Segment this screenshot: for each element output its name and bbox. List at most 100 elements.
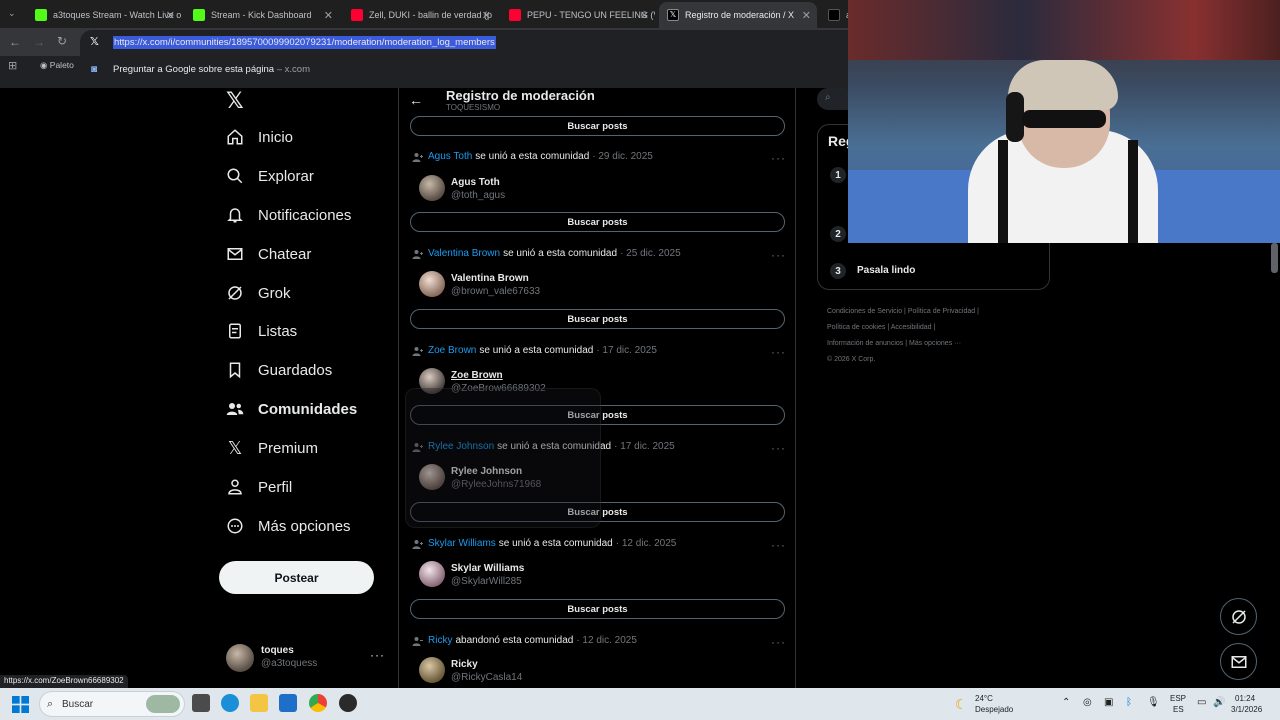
- tab-kick-dashboard[interactable]: Stream - Kick Dashboard ✕: [185, 4, 339, 26]
- close-icon[interactable]: ✕: [482, 9, 491, 22]
- person-add-icon: [412, 152, 424, 162]
- file-explorer-icon[interactable]: [250, 694, 268, 712]
- log-action: se unió a esta comunidad: [503, 248, 618, 259]
- log-user-link[interactable]: Ricky: [428, 635, 452, 646]
- apps-grid-icon[interactable]: ⊞: [8, 59, 17, 72]
- sidebar-item-label: Grok: [258, 284, 291, 302]
- scrollbar-thumb[interactable]: [1271, 243, 1278, 273]
- member-name: Skylar Williams: [451, 563, 525, 574]
- tray-app-icon[interactable]: ◎: [1083, 697, 1092, 708]
- store-icon[interactable]: [279, 694, 297, 712]
- trend-item-name[interactable]: Pasala lindo: [857, 265, 915, 276]
- list-icon: [226, 322, 244, 340]
- sunglasses: [1022, 110, 1106, 128]
- clock-date[interactable]: 3/1/2026: [1231, 705, 1262, 714]
- log-user-link[interactable]: Valentina Brown: [428, 248, 500, 259]
- kick-icon: [35, 9, 47, 21]
- edge-icon[interactable]: [221, 694, 239, 712]
- sidebar-item-notificaciones[interactable]: Notificaciones: [226, 206, 351, 224]
- bluetooth-icon[interactable]: ᛒ: [1126, 697, 1132, 708]
- more-dots-icon[interactable]: ···: [771, 538, 786, 552]
- suggestion-text: Preguntar a Google sobre esta página: [113, 64, 275, 75]
- network-icon[interactable]: ▭: [1197, 697, 1206, 708]
- more-dots-icon[interactable]: ···: [370, 648, 385, 662]
- tray-chevron-icon[interactable]: ⌃: [1062, 697, 1070, 708]
- log-user-link[interactable]: Zoe Brown: [428, 345, 476, 356]
- sidebar-item-comunidades[interactable]: Comunidades: [226, 400, 357, 418]
- close-icon[interactable]: ✕: [802, 9, 811, 22]
- x-logo-icon[interactable]: 𝕏: [226, 88, 244, 114]
- footer-link[interactable]: Más opciones ···: [909, 340, 961, 347]
- footer-link[interactable]: Política de Privacidad: [908, 308, 975, 315]
- more-dots-icon[interactable]: ···: [771, 441, 786, 455]
- taskbar-search-input[interactable]: ⌕ Buscar: [39, 691, 185, 717]
- forward-icon[interactable]: →: [33, 35, 45, 49]
- member-name: Ricky: [451, 659, 478, 670]
- url-input[interactable]: https://x.com/i/communities/189570009990…: [113, 36, 496, 49]
- reload-icon[interactable]: ↻: [57, 34, 67, 48]
- sidebar-item-explorar[interactable]: Explorar: [226, 167, 314, 185]
- language-bottom[interactable]: ES: [1173, 705, 1184, 714]
- bookmark-item[interactable]: ◉ Paleto: [40, 60, 74, 71]
- account-name: toques: [261, 645, 294, 656]
- microphone-icon[interactable]: 🎙: [1147, 697, 1160, 708]
- tab-tiktok[interactable]: a: [820, 4, 848, 26]
- log-user-link[interactable]: Skylar Williams: [428, 538, 496, 549]
- search-posts-button[interactable]: Buscar posts: [410, 212, 785, 232]
- home-icon: [226, 128, 244, 146]
- footer-link[interactable]: Política de cookies: [827, 324, 885, 331]
- windows-start-icon[interactable]: [12, 696, 29, 713]
- search-posts-button[interactable]: Buscar posts: [410, 309, 785, 329]
- member-name: Zoe Brown: [451, 370, 503, 381]
- member-handle: @brown_vale67633: [451, 286, 541, 297]
- sidebar-item-mas-opciones[interactable]: Más opciones: [226, 517, 351, 535]
- link-status-bar: https://x.com/ZoeBrown66689302: [0, 675, 128, 688]
- tray-app-icon[interactable]: ▣: [1104, 697, 1113, 708]
- back-arrow-icon[interactable]: ←: [409, 92, 423, 108]
- back-icon[interactable]: ←: [9, 35, 21, 49]
- grok-fab-button[interactable]: [1220, 598, 1257, 635]
- sidebar-item-label: Perfil: [258, 478, 293, 496]
- sidebar-item-chatear[interactable]: Chatear: [226, 245, 311, 263]
- sidebar-item-grok[interactable]: Grok: [226, 284, 291, 302]
- close-icon[interactable]: ✕: [640, 9, 649, 22]
- sidebar-item-premium[interactable]: 𝕏 Premium: [226, 437, 318, 458]
- footer-link[interactable]: Información de anuncios: [827, 340, 903, 347]
- footer-link[interactable]: Condiciones de Servicio: [827, 308, 902, 315]
- more-dots-icon[interactable]: ···: [771, 151, 786, 165]
- sidebar-item-guardados[interactable]: Guardados: [226, 361, 332, 379]
- obs-icon[interactable]: [339, 694, 357, 712]
- more-dots-icon[interactable]: ···: [771, 345, 786, 359]
- sidebar-item-label: Notificaciones: [258, 206, 352, 224]
- volume-icon[interactable]: 🔊: [1213, 697, 1225, 708]
- chrome-icon[interactable]: [309, 694, 327, 712]
- search-posts-button[interactable]: Buscar posts: [410, 116, 785, 136]
- tab-youtube-duki[interactable]: Zell, DUKI - ballin de verdad (p ✕: [343, 4, 497, 26]
- account-switcher[interactable]: toques @a3toquess ···: [226, 644, 386, 674]
- footer-link[interactable]: Accesibilidad: [891, 324, 932, 331]
- tab-search-icon[interactable]: ⌄: [8, 8, 16, 19]
- trend-rank: 1: [830, 167, 846, 183]
- sidebar-item-perfil[interactable]: Perfil: [226, 478, 292, 496]
- task-view-icon[interactable]: [192, 694, 210, 712]
- close-icon[interactable]: ✕: [324, 9, 333, 22]
- person-add-icon: [412, 346, 424, 356]
- log-user-link[interactable]: Agus Toth: [428, 151, 472, 162]
- search-posts-button[interactable]: Buscar posts: [410, 599, 785, 619]
- language-top[interactable]: ESP: [1170, 694, 1186, 703]
- tab-youtube-pepu[interactable]: PEPU - TENGO UN FEELING (Vi ✕: [501, 4, 655, 26]
- x-icon: 𝕏: [227, 437, 243, 458]
- omnibox-suggestion[interactable]: Preguntar a Google sobre esta página – x…: [113, 64, 310, 75]
- more-dots-icon[interactable]: ···: [771, 635, 786, 649]
- sidebar-item-listas[interactable]: Listas: [226, 322, 297, 340]
- clock-time[interactable]: 01:24: [1235, 694, 1255, 703]
- more-dots-icon[interactable]: ···: [771, 248, 786, 262]
- log-action: se unió a esta comunidad: [475, 151, 590, 162]
- tab-moderation-log[interactable]: 𝕏 Registro de moderación / X ✕: [659, 2, 817, 28]
- messages-fab-button[interactable]: [1220, 643, 1257, 680]
- log-date: · 25 dic. 2025: [620, 248, 681, 259]
- tab-kick-watch[interactable]: a3toques Stream - Watch Live o ✕: [27, 4, 181, 26]
- close-icon[interactable]: ✕: [166, 9, 175, 22]
- post-button[interactable]: Postear: [219, 561, 374, 594]
- sidebar-item-inicio[interactable]: Inicio: [226, 128, 293, 146]
